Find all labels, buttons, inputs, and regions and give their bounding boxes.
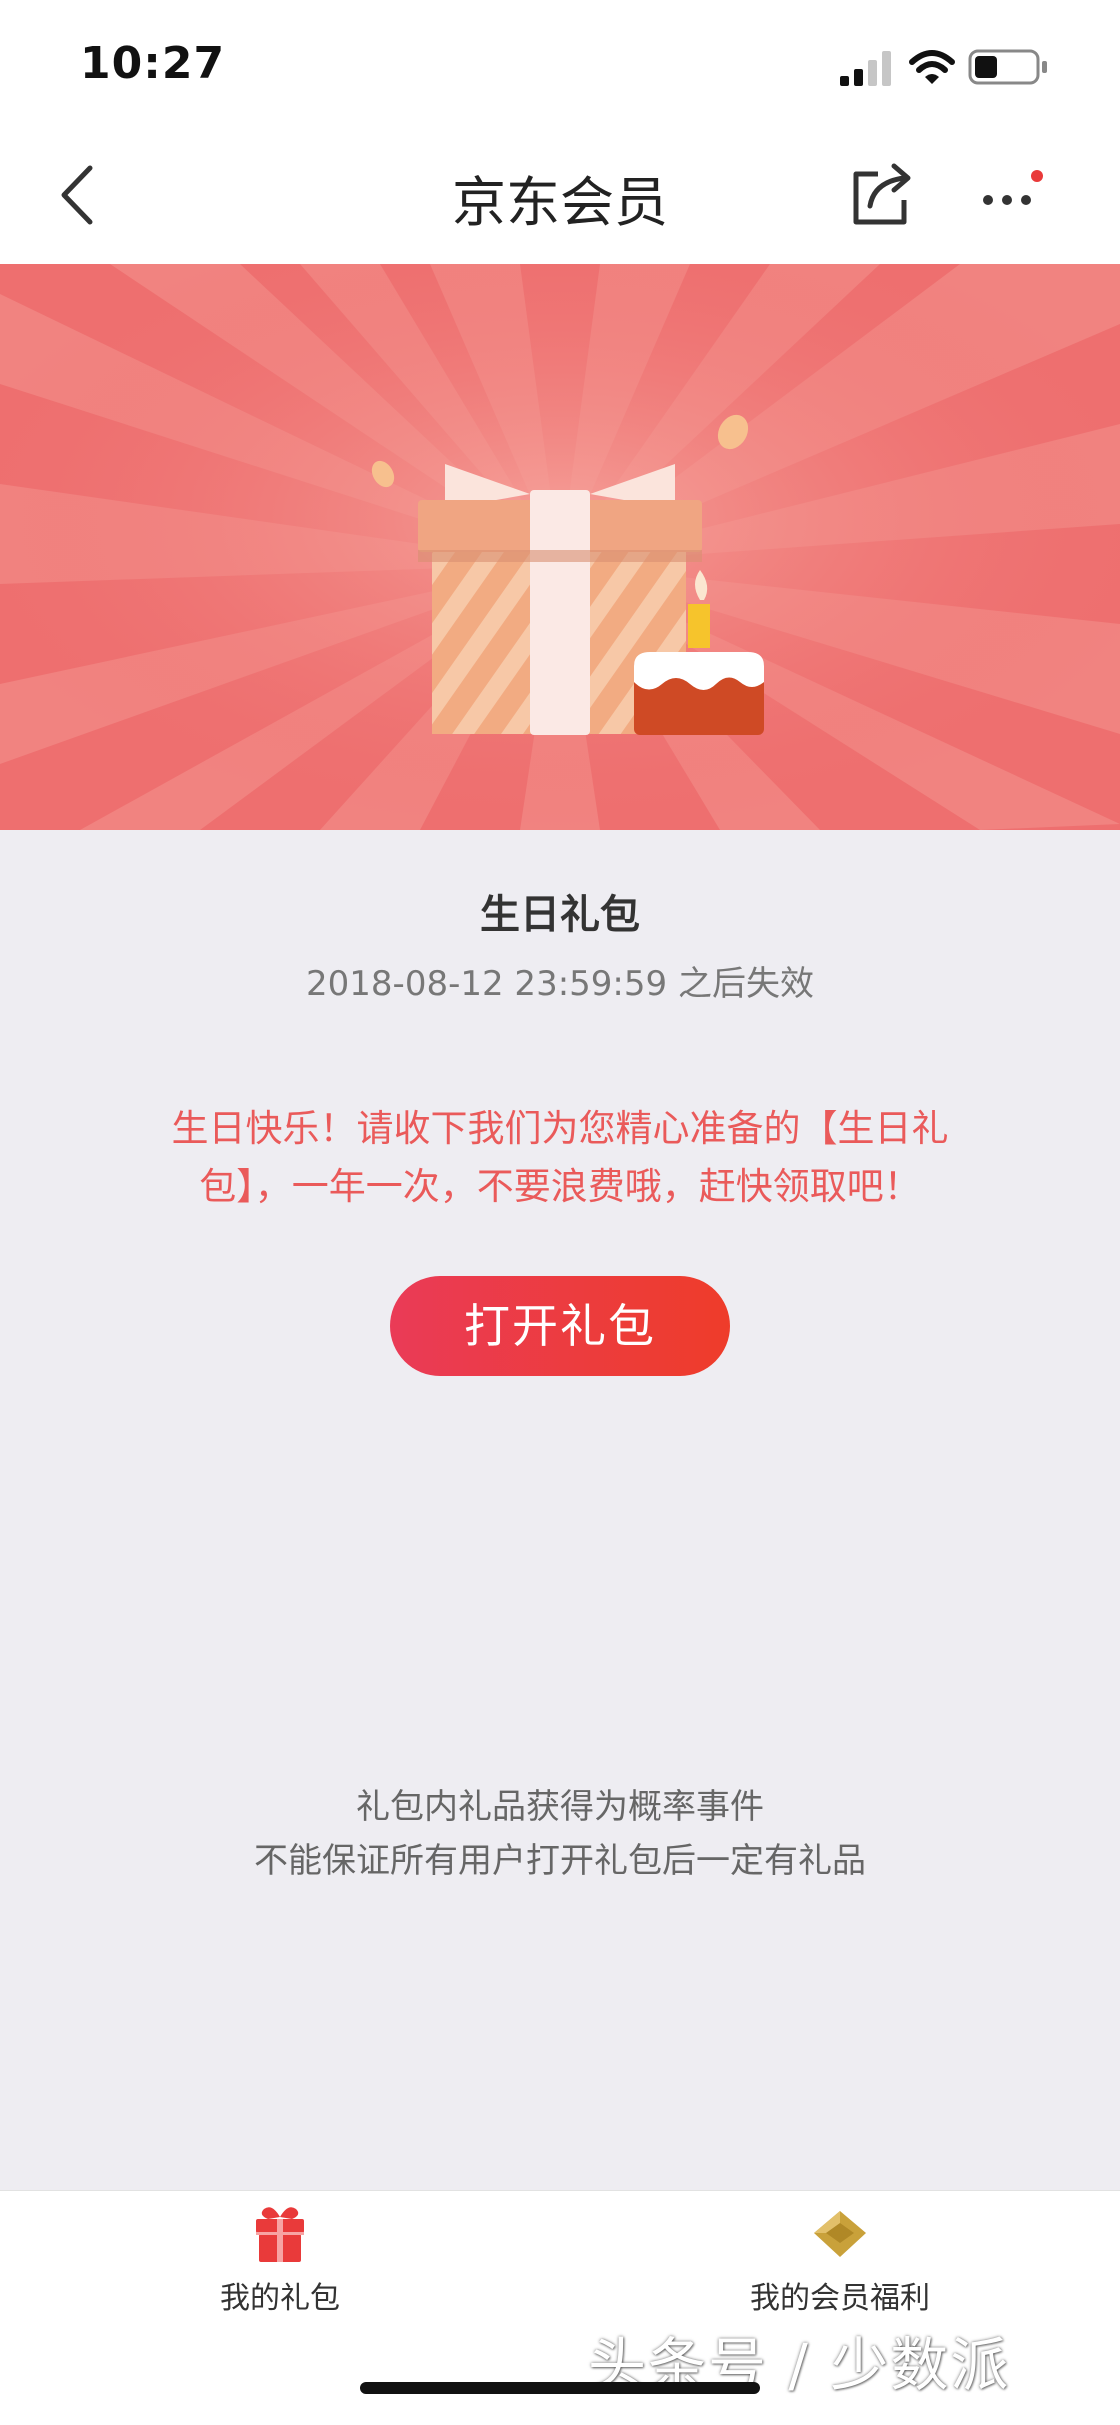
wifi-icon	[909, 50, 955, 84]
open-gift-button[interactable]: 打开礼包	[390, 1276, 730, 1376]
gift-expiry: 2018-08-12 23:59:59 之后失效	[306, 964, 814, 1004]
screen: 10:27 京东会员 生日礼包 2018-08-12 23:59:59 之后失效…	[0, 0, 1120, 2425]
gift-title: 生日礼包	[480, 892, 640, 938]
status-bar: 10:27	[0, 0, 1120, 130]
banner	[0, 264, 1120, 830]
more-dots-icon[interactable]	[978, 166, 1048, 226]
status-icons	[840, 49, 1047, 86]
gift-message: 生日快乐！请收下我们为您精心准备的【生日礼包】，一年一次，不要浪费哦，赶快领取吧…	[171, 1107, 949, 1208]
battery-icon	[968, 49, 1047, 85]
tab-label-my-gifts: 我的礼包	[220, 2281, 340, 2316]
notice-line-2: 不能保证所有用户打开礼包后一定有礼品	[254, 1841, 866, 1881]
share-icon[interactable]	[848, 160, 916, 230]
diamond-icon	[814, 2211, 866, 2257]
tab-label-member-benefits: 我的会员福利	[750, 2281, 930, 2316]
notification-dot	[1031, 170, 1043, 182]
notice: 礼包内礼品获得为概率事件 不能保证所有用户打开礼包后一定有礼品	[0, 1780, 1120, 1888]
nav-bar: 京东会员	[0, 130, 1120, 264]
tab-my-gifts[interactable]: 我的礼包	[80, 2191, 480, 2341]
home-indicator[interactable]	[360, 2382, 760, 2394]
status-time: 10:27	[80, 38, 226, 89]
gift-icon	[256, 2207, 304, 2262]
banner-illustration	[0, 264, 1120, 830]
page-title: 京东会员	[452, 171, 668, 234]
cellular-signal-icon	[840, 51, 891, 86]
notice-line-1: 礼包内礼品获得为概率事件	[356, 1787, 764, 1827]
